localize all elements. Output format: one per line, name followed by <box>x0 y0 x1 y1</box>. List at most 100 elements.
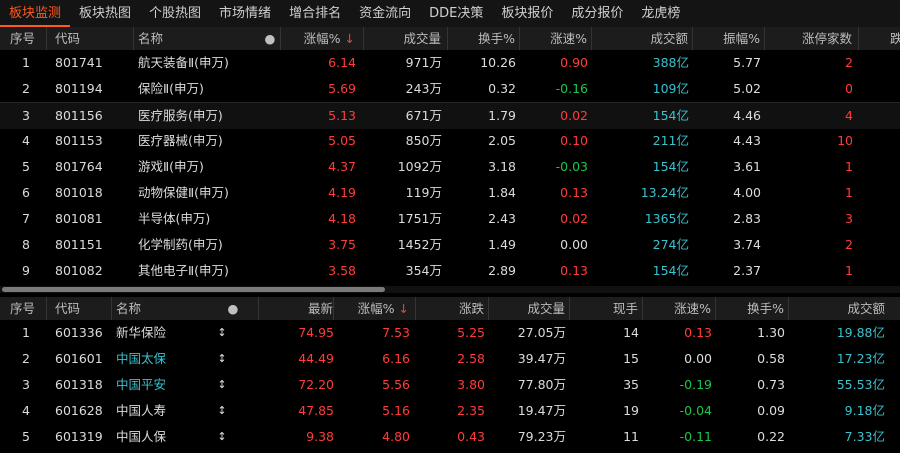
col-code[interactable]: 代码 <box>47 297 112 320</box>
speed: -0.11 <box>679 429 712 444</box>
change-pct: 4.19 <box>328 185 356 200</box>
amount: 1365亿 <box>644 211 689 226</box>
change-pct: 6.16 <box>382 351 410 366</box>
horizontal-scrollbar[interactable] <box>0 286 900 293</box>
amount: 109亿 <box>652 81 689 96</box>
limit-up-count: 1 <box>845 159 853 174</box>
speed: 0.13 <box>560 263 588 278</box>
col-volume[interactable]: 成交量 <box>364 27 448 50</box>
sector-code: 801018 <box>55 185 103 200</box>
table-row[interactable]: 2 801194 保险Ⅱ(申万) 5.69 243万 0.32 -0.16 109亿 5.02 0 <box>0 76 900 102</box>
turnover: 0.73 <box>757 377 785 392</box>
table-row[interactable]: 7 801081 半导体(申万) 4.18 1751万 2.43 0.02 1365亿 2.83… <box>0 206 900 232</box>
turnover: 2.05 <box>488 133 516 148</box>
tab-sector-monitor[interactable]: 板块监测 <box>0 0 71 27</box>
volume: 354万 <box>405 263 442 278</box>
limit-up-count: 1 <box>845 185 853 200</box>
table-row[interactable]: 3 601318 中国平安 ↕ 72.20 5.56 3.80 77.80万 35 -0.19 0.… <box>0 372 900 398</box>
tab-dragon-tiger[interactable]: 龙虎榜 <box>632 0 689 27</box>
amount: 154亿 <box>652 263 689 278</box>
change-pct: 6.14 <box>328 55 356 70</box>
col-turnover[interactable]: 换手% <box>448 27 520 50</box>
table-row[interactable]: 2 601601 中国太保 ↕ 44.49 6.16 2.58 39.47万 15 0.00 0.5… <box>0 346 900 372</box>
table-row[interactable]: 6 801018 动物保健Ⅱ(申万) 4.19 119万 1.84 0.13 13.24亿 4.… <box>0 180 900 206</box>
change-pct: 5.13 <box>328 108 356 123</box>
col-no[interactable]: 序号 <box>0 297 47 320</box>
limit-up-count: 10 <box>837 133 853 148</box>
col-hand[interactable]: 现手 <box>570 297 643 320</box>
turnover: 10.26 <box>480 55 516 70</box>
table-row[interactable]: 3 801156 医疗服务(申万) 5.13 671万 1.79 0.02 154亿 4.46 4 <box>0 102 900 129</box>
change: 2.58 <box>457 351 485 366</box>
sector-code: 801151 <box>55 237 103 252</box>
turnover: 1.84 <box>488 185 516 200</box>
table-row[interactable]: 5 801764 游戏Ⅱ(申万) 4.37 1092万 3.18 -0.03 154亿 3.61… <box>0 154 900 180</box>
amount: 19.88亿 <box>836 325 885 340</box>
change: 5.25 <box>457 325 485 340</box>
updown-arrows-icon[interactable]: ↕ <box>212 398 232 424</box>
sector-code: 801081 <box>55 211 103 226</box>
tab-sector-quote[interactable]: 板块报价 <box>492 0 562 27</box>
amplitude: 2.83 <box>733 211 761 226</box>
col-change[interactable]: 涨跌 <box>416 297 489 320</box>
col-turnover[interactable]: 换手% <box>716 297 789 320</box>
turnover: 2.89 <box>488 263 516 278</box>
sector-code: 801764 <box>55 159 103 174</box>
tab-sector-heatmap[interactable]: 板块热图 <box>70 0 140 27</box>
table-row[interactable]: 1 601336 新华保险 ↕ 74.95 7.53 5.25 27.05万 14 0.13 1.3… <box>0 320 900 346</box>
updown-arrows-icon[interactable]: ↕ <box>212 346 232 372</box>
table-row[interactable]: 8 801151 化学制药(申万) 3.75 1452万 1.49 0.00 274亿 3.74… <box>0 232 900 258</box>
volume: 850万 <box>405 133 442 148</box>
change-pct: 3.58 <box>328 263 356 278</box>
table-row[interactable]: 4 801153 医疗器械(申万) 5.05 850万 2.05 0.10 211亿 4.43 1… <box>0 128 900 154</box>
row-number: 5 <box>22 159 30 174</box>
table-row[interactable]: 1 801741 航天装备Ⅱ(申万) 6.14 971万 10.26 0.90 388亿 5.7… <box>0 50 900 76</box>
col-volume[interactable]: 成交量 <box>489 297 570 320</box>
turnover: 2.43 <box>488 211 516 226</box>
change: 2.35 <box>457 403 485 418</box>
sector-name: 医疗器械(申万) <box>138 133 223 148</box>
stock-name: 中国人保 <box>116 429 167 444</box>
table-row[interactable]: 5 601319 中国人保 ↕ 9.38 4.80 0.43 79.23万 11 -0.11 0.2… <box>0 424 900 450</box>
col-code[interactable]: 代码 <box>47 27 134 50</box>
col-amount[interactable]: 成交额 <box>592 27 693 50</box>
col-speed[interactable]: 涨速% <box>520 27 592 50</box>
updown-arrows-icon[interactable]: ↕ <box>212 372 232 398</box>
amplitude: 3.74 <box>733 237 761 252</box>
stock-code: 601318 <box>55 377 103 392</box>
tab-capital-flow[interactable]: 资金流向 <box>350 0 420 27</box>
stock-name: 中国人寿 <box>116 403 167 418</box>
hand: 19 <box>623 403 639 418</box>
volume: 671万 <box>405 108 442 123</box>
tab-component-quote[interactable]: 成分报价 <box>562 0 632 27</box>
col-last[interactable]: 最新 <box>259 297 334 320</box>
scrollbar-thumb[interactable] <box>2 287 385 292</box>
tab-market-sentiment[interactable]: 市场情绪 <box>210 0 280 27</box>
table-row[interactable]: 4 601628 中国人寿 ↕ 47.85 5.16 2.35 19.47万 19 -0.04 0.… <box>0 398 900 424</box>
col-amount[interactable]: 成交额 <box>789 297 889 320</box>
col-limit-up[interactable]: 涨停家数 <box>765 27 859 50</box>
col-no[interactable]: 序号 <box>0 27 47 50</box>
table-row[interactable]: 9 801082 其他电子Ⅱ(申万) 3.58 354万 2.89 0.13 154亿 2.37… <box>0 258 900 284</box>
change-pct: 4.80 <box>382 429 410 444</box>
col-change-pct[interactable]: 涨幅% ↓ <box>281 27 364 50</box>
turnover: 0.32 <box>488 81 516 96</box>
updown-arrows-icon[interactable]: ↕ <box>212 320 232 346</box>
tab-dde[interactable]: DDE决策 <box>420 0 492 27</box>
sector-name: 化学制药(申万) <box>138 237 223 252</box>
col-speed[interactable]: 涨速% <box>643 297 716 320</box>
col-change-pct[interactable]: 涨幅% ↓ <box>334 297 416 320</box>
sort-desc-icon: ↓ <box>398 301 409 316</box>
sector-name: 医疗服务(申万) <box>138 108 223 123</box>
col-amplitude[interactable]: 振幅% <box>693 27 765 50</box>
tab-stock-heatmap[interactable]: 个股热图 <box>140 0 210 27</box>
row-number: 1 <box>22 325 30 340</box>
col-truncated[interactable]: 跌 <box>859 27 900 50</box>
row-number: 5 <box>22 429 30 444</box>
amplitude: 5.02 <box>733 81 761 96</box>
updown-arrows-icon[interactable]: ↕ <box>212 424 232 450</box>
sector-code: 801153 <box>55 133 103 148</box>
tab-ranking[interactable]: 增合排名 <box>280 0 350 27</box>
stock-code: 601601 <box>55 351 103 366</box>
limit-up-count: 2 <box>845 55 853 70</box>
